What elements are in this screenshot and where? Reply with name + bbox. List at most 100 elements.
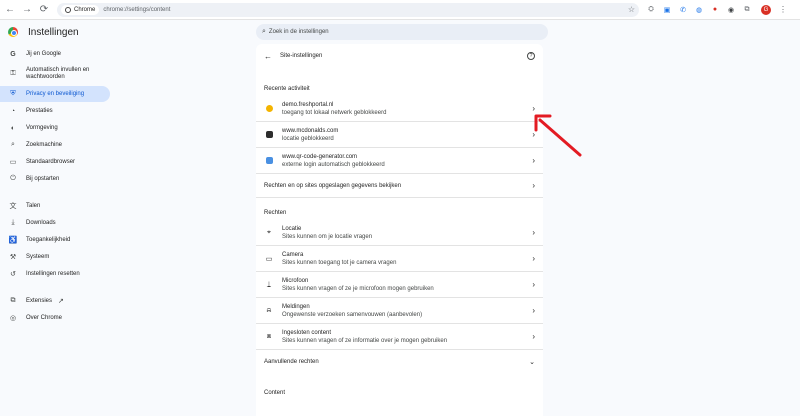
extension-icon-6[interactable]: ◉: [726, 5, 736, 15]
sidebar-item-label: Zoekmachine: [26, 142, 63, 148]
address-bar[interactable]: Chrome chrome://settings/content ☆: [57, 2, 639, 17]
chevron-right-icon: ›: [532, 228, 535, 237]
site-detail: externe login automatisch geblokkeerd: [282, 161, 385, 168]
page-title: Instellingen: [28, 26, 79, 38]
all-sites-row[interactable]: Rechten en op sites opgeslagen gegevens …: [256, 174, 543, 198]
permission-row-notifications[interactable]: ⍾ Meldingen Ongewenste verzoeken samenvo…: [256, 298, 543, 324]
sidebar-item-you-and-google[interactable]: G Jij en Google: [0, 46, 115, 62]
permission-title: Meldingen: [282, 303, 310, 310]
sidebar-item-appearance[interactable]: ◐ Vormgeving: [0, 120, 115, 136]
site-chip-label: Chrome: [74, 6, 96, 13]
search-placeholder: Zoek in de instellingen: [268, 29, 329, 35]
additional-permissions-row[interactable]: Aanvullende rechten ⌄: [256, 350, 543, 374]
reload-icon[interactable]: ⟳: [37, 3, 51, 17]
embedded-content-icon: ⧈: [266, 332, 272, 340]
sidebar-item-languages[interactable]: 文 Talen: [0, 198, 115, 214]
puzzle-extensions-icon[interactable]: ⧉: [742, 5, 752, 15]
key-icon: ⚿: [10, 70, 16, 77]
site-favicon-icon: [264, 157, 274, 164]
site-detail: toegang tot lokaal netwerk geblokkeerd: [282, 109, 387, 116]
extension-icon-2[interactable]: ▣: [662, 5, 672, 15]
external-link-icon: ↗: [58, 298, 64, 305]
site-favicon-icon: [264, 131, 274, 138]
chrome-icon: ◎: [9, 315, 17, 322]
reset-icon: ↺: [10, 271, 16, 278]
permission-row-camera[interactable]: ▭ Camera Sites kunnen toegang tot je cam…: [256, 246, 543, 272]
extension-icon-3[interactable]: ✆: [678, 5, 688, 15]
sidebar: G Jij en Google ⚿ Automatisch invullen e…: [0, 46, 115, 327]
permission-detail: Ongewenste verzoeken samenvouwen (aanbev…: [282, 311, 423, 318]
download-icon: ⤓: [11, 219, 15, 226]
palette-icon: ◐: [10, 124, 16, 132]
sidebar-item-label: Automatisch invullen en wachtwoorden: [26, 67, 90, 80]
wrench-icon: ⚒: [9, 254, 17, 261]
location-pin-icon: ⌖: [267, 228, 271, 236]
sidebar-item-autofill[interactable]: ⚿ Automatisch invullen en wachtwoorden: [0, 63, 115, 85]
speedometer-icon: ◔: [10, 107, 16, 115]
chevron-down-icon: ⌄: [529, 359, 535, 366]
sidebar-item-system[interactable]: ⚒ Systeem: [0, 249, 115, 265]
extension-icon-5[interactable]: ●: [710, 5, 720, 15]
browser-icon: ▭: [9, 159, 17, 166]
chrome-logo-icon: [8, 27, 18, 37]
recent-site-row[interactable]: demo.freshportal.nl toegang tot lokaal n…: [256, 96, 543, 122]
permission-detail: Sites kunnen vragen of ze je microfoon m…: [282, 285, 434, 292]
extension-icon-4[interactable]: ◍: [694, 5, 704, 15]
settings-header: Instellingen ⌕ Zoek in de instellingen: [0, 20, 800, 44]
settings-search-input[interactable]: ⌕ Zoek in de instellingen: [256, 24, 548, 40]
bookmark-star-icon[interactable]: ☆: [628, 5, 635, 14]
sidebar-item-label: Vormgeving: [26, 125, 58, 131]
permissions-heading: Rechten: [264, 210, 287, 216]
forward-icon[interactable]: →: [20, 3, 34, 17]
sidebar-item-about-chrome[interactable]: ◎ Over Chrome: [0, 310, 115, 326]
help-icon[interactable]: ?: [527, 52, 535, 60]
sidebar-item-label: Downloads: [26, 220, 56, 226]
sidebar-divider: [8, 287, 107, 288]
site-name: www.qr-code-generator.com: [282, 153, 358, 160]
sidebar-item-label: Talen: [26, 203, 41, 209]
permission-row-location[interactable]: ⌖ Locatie Sites kunnen om je locatie vra…: [256, 220, 543, 246]
back-icon[interactable]: ←: [3, 3, 17, 17]
permission-title: Ingesloten content: [282, 329, 332, 336]
panel-title: Site-instellingen: [280, 53, 323, 59]
site-detail: locatie geblokkeerd: [282, 135, 334, 142]
recent-site-row[interactable]: www.mcdonalds.com locatie geblokkeerd ›: [256, 122, 543, 148]
bell-icon: ⍾: [266, 306, 272, 314]
recent-activity-heading: Recente activiteit: [264, 86, 310, 92]
sidebar-item-downloads[interactable]: ⤓ Downloads: [0, 215, 115, 231]
site-info-chip[interactable]: Chrome: [61, 4, 100, 15]
extension-icon-1[interactable]: ⛭: [646, 5, 656, 15]
sidebar-item-search-engine[interactable]: ⌕ Zoekmachine: [0, 137, 115, 153]
sidebar-item-default-browser[interactable]: ▭ Standaardbrowser: [0, 154, 115, 170]
permission-detail: Sites kunnen vragen of ze informatie ove…: [282, 337, 448, 344]
sidebar-item-on-startup[interactable]: ⏻ Bij opstarten: [0, 171, 115, 187]
sidebar-item-label: Privacy en beveiliging: [26, 91, 85, 97]
chevron-right-icon: ›: [532, 181, 535, 190]
shield-icon: ⛨: [10, 90, 16, 97]
google-g-icon: G: [10, 50, 16, 58]
sidebar-item-label: Bij opstarten: [26, 176, 60, 182]
back-arrow-icon[interactable]: ←: [264, 52, 272, 61]
power-icon: ⏻: [10, 175, 16, 182]
chrome-small-icon: [65, 6, 71, 13]
all-sites-label: Rechten en op sites opgeslagen gegevens …: [264, 182, 402, 189]
permission-row-microphone[interactable]: ⍊ Microfoon Sites kunnen vragen of ze je…: [256, 272, 543, 298]
recent-site-row[interactable]: www.qr-code-generator.com externe login …: [256, 148, 543, 174]
permission-title: Microfoon: [282, 277, 309, 284]
site-settings-panel: ← Site-instellingen ? Recente activiteit…: [256, 44, 543, 416]
sidebar-item-label: Prestaties: [26, 108, 53, 114]
sidebar-item-accessibility[interactable]: ♿ Toegankelijkheid: [0, 232, 115, 248]
profile-avatar[interactable]: G: [761, 4, 771, 15]
sidebar-item-extensions[interactable]: ⧉ Extensies ↗: [0, 293, 115, 309]
sidebar-item-performance[interactable]: ◔ Prestaties: [0, 103, 115, 119]
chevron-right-icon: ›: [532, 332, 535, 341]
permission-row-embedded-content[interactable]: ⧈ Ingesloten content Sites kunnen vragen…: [256, 324, 543, 350]
more-menu-icon[interactable]: ⋮: [779, 5, 787, 14]
camera-icon: ▭: [265, 255, 273, 263]
sidebar-item-label: Extensies: [26, 298, 53, 304]
sidebar-item-reset[interactable]: ↺ Instellingen resetten: [0, 266, 115, 282]
sidebar-item-privacy[interactable]: ⛨ Privacy en beveiliging: [0, 86, 110, 102]
sidebar-item-label: Toegankelijkheid: [26, 237, 71, 243]
content-heading: Content: [264, 390, 286, 396]
sidebar-divider: [8, 192, 107, 193]
